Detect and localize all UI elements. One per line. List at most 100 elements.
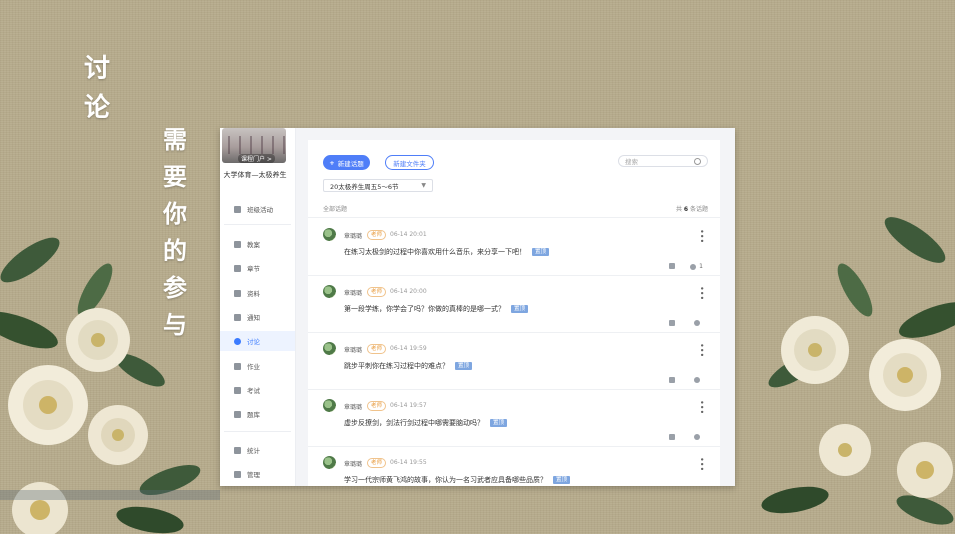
topic-content[interactable]: 虚步反撩剑，剑法行剑过程中哪需要脑动吗？ 置顶 <box>344 418 508 428</box>
avatar <box>323 228 336 241</box>
author-name: 章璐璐 <box>344 461 363 468</box>
more-options-icon[interactable]: ••• <box>697 400 706 414</box>
slide-title-char: 论 <box>84 93 111 123</box>
discussion-panel: + 新建话题 新建文件夹 搜索 20太极养生周五5～6节 ▼ 全部话题 共 6 … <box>308 140 720 486</box>
chevron-down-icon: ▼ <box>421 182 426 189</box>
sidebar-item-label: 讨论 <box>247 338 260 346</box>
sidebar-item-manage[interactable]: 管理 <box>220 464 295 484</box>
comment-count: 1 <box>699 263 703 270</box>
topic-item[interactable]: 章璐璐 老师 06-14 19:59 ••• 跳步平刺你在练习过程中的难点？ 置顶 <box>308 332 720 389</box>
comment-icon <box>690 263 697 270</box>
avatar <box>323 399 336 412</box>
pinned-badge: 置顶 <box>455 362 473 370</box>
more-options-icon[interactable]: ••• <box>697 343 706 357</box>
comment-button[interactable] <box>694 434 703 440</box>
search-icon[interactable] <box>694 158 701 165</box>
new-topic-button[interactable]: + 新建话题 <box>323 155 370 170</box>
sidebar-item-label: 考试 <box>247 387 260 395</box>
slide-title-char: 需 <box>163 126 187 154</box>
author-name: 章璐璐 <box>344 404 363 411</box>
avatar <box>323 342 336 355</box>
stack-icon <box>234 410 241 418</box>
course-cover-image[interactable]: 课程门户 > <box>222 128 286 163</box>
course-app-window: 课程门户 > 大学体育—太极养生 班级活动 教案 章节 资料 通知 讨论 作业 … <box>220 128 735 486</box>
sidebar-item-label: 章节 <box>247 265 260 273</box>
list-icon <box>234 264 241 272</box>
sidebar-item-label: 作业 <box>247 363 260 371</box>
like-icon[interactable] <box>669 320 675 326</box>
timestamp: 06-14 19:57 <box>390 402 427 409</box>
like-icon[interactable] <box>669 263 675 269</box>
topic-item[interactable]: 章璐璐 老师 06-14 20:00 ••• 第一段学练，你学会了吗？你做的真棒… <box>308 275 720 332</box>
sidebar-item-label: 班级活动 <box>247 206 273 214</box>
role-badge: 老师 <box>367 401 387 411</box>
sidebar-item-label: 管理 <box>247 471 260 479</box>
topic-content[interactable]: 第一段学练，你学会了吗？你做的真棒的是哪一式？ 置顶 <box>344 304 529 314</box>
section-label: 全部话题 <box>323 206 348 213</box>
search-placeholder: 搜索 <box>625 158 638 166</box>
topic-content[interactable]: 跳步平刺你在练习过程中的难点？ 置顶 <box>344 361 473 371</box>
more-options-icon[interactable]: ••• <box>697 286 706 300</box>
sidebar-item-notices[interactable]: 通知 <box>220 307 295 327</box>
comment-button[interactable] <box>694 320 703 326</box>
comment-button[interactable]: 1 <box>690 263 703 270</box>
more-options-icon[interactable]: ••• <box>697 229 706 243</box>
sidebar-item-discussion[interactable]: 讨论 <box>220 331 295 351</box>
topic-count: 共 6 条话题 <box>675 206 708 213</box>
course-name: 大学体育—太极养生 <box>223 171 287 179</box>
pinned-badge: 置顶 <box>532 248 550 256</box>
sidebar-item-label: 教案 <box>247 241 260 249</box>
sidebar-item-homework[interactable]: 作业 <box>220 356 295 376</box>
flower-decoration-right <box>761 217 955 525</box>
pie-icon <box>234 446 241 454</box>
sidebar-item-exams[interactable]: 考试 <box>220 380 295 400</box>
avatar <box>323 456 336 469</box>
topic-item[interactable]: 章璐璐 老师 06-14 20:01 ••• 在练习太极剑的过程中你喜欢用什么音… <box>308 218 720 275</box>
folder-icon <box>234 289 241 297</box>
grid-icon <box>234 205 241 213</box>
author-name: 章璐璐 <box>344 347 363 354</box>
sidebar-item-class-activity[interactable]: 班级活动 <box>220 199 295 219</box>
document-icon <box>234 240 241 248</box>
sidebar-item-lesson-plan[interactable]: 教案 <box>220 234 295 254</box>
plus-icon: + <box>329 158 335 167</box>
like-icon[interactable] <box>669 377 675 383</box>
comment-icon <box>694 377 700 383</box>
like-icon[interactable] <box>669 434 675 440</box>
sidebar-item-statistics[interactable]: 统计 <box>220 440 295 460</box>
topic-item[interactable]: 章璐璐 老师 06-14 19:55 ••• 学习一代宗师黄飞鸿的故事，你认为一… <box>308 446 720 486</box>
sidebar-item-label: 资料 <box>247 290 260 298</box>
new-folder-button[interactable]: 新建文件夹 <box>385 155 434 170</box>
sidebar-item-label: 通知 <box>247 314 260 322</box>
gear-icon <box>234 470 241 478</box>
new-topic-label: 新建话题 <box>337 159 364 168</box>
comment-icon <box>694 320 700 326</box>
role-badge: 老师 <box>367 230 387 240</box>
search-input[interactable]: 搜索 <box>618 155 708 167</box>
sidebar-item-label: 题库 <box>247 411 260 419</box>
sidebar-item-materials[interactable]: 资料 <box>220 283 295 303</box>
flower-decoration-left <box>0 237 220 534</box>
role-badge: 老师 <box>367 344 387 354</box>
topic-content[interactable]: 学习一代宗师黄飞鸿的故事，你认为一名习武者应具备哪些品质？ 置顶 <box>344 475 571 485</box>
pinned-badge: 置顶 <box>490 419 508 427</box>
topic-content[interactable]: 在练习太极剑的过程中你喜欢用什么音乐，来分享一下吧！ 置顶 <box>344 247 550 257</box>
author-name: 章璐璐 <box>344 290 363 297</box>
sidebar-item-chapters[interactable]: 章节 <box>220 258 295 278</box>
timestamp: 06-14 19:55 <box>390 459 427 466</box>
pinned-badge: 置顶 <box>553 476 571 484</box>
role-badge: 老师 <box>367 458 387 468</box>
sidebar-item-question-bank[interactable]: 题库 <box>220 404 295 424</box>
sidebar: 课程门户 > 大学体育—太极养生 班级活动 教案 章节 资料 通知 讨论 作业 … <box>220 128 296 486</box>
topic-item[interactable]: 章璐璐 老师 06-14 19:57 ••• 虚步反撩剑，剑法行剑过程中哪需要脑… <box>308 389 720 446</box>
sidebar-item-label: 统计 <box>247 447 260 455</box>
pinned-badge: 置顶 <box>511 305 529 313</box>
class-select[interactable]: 20太极养生周五5～6节 ▼ <box>323 179 433 192</box>
topic-count-value: 6 <box>683 206 689 213</box>
main-content: + 新建话题 新建文件夹 搜索 20太极养生周五5～6节 ▼ 全部话题 共 6 … <box>296 128 735 486</box>
comment-button[interactable] <box>694 377 703 383</box>
course-portal-link[interactable]: 课程门户 > <box>238 154 275 163</box>
more-options-icon[interactable]: ••• <box>697 457 706 471</box>
slide-title-char: 讨 <box>84 54 111 84</box>
avatar <box>323 285 336 298</box>
